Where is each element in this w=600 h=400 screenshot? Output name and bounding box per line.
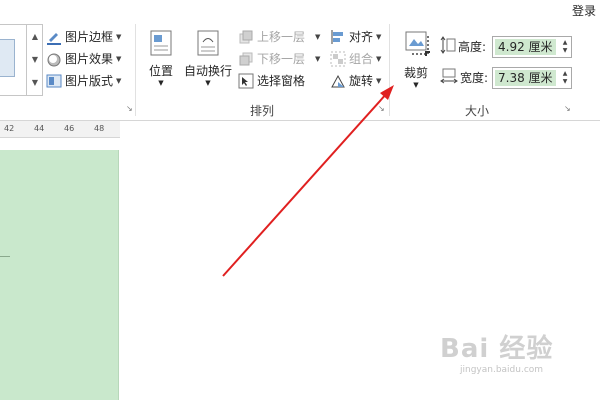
watermark: Bai 经验 jingyan.baidu.com <box>440 328 553 375</box>
watermark-logo: Bai 经验 <box>440 334 554 364</box>
watermark-url: jingyan.baidu.com <box>460 365 544 375</box>
